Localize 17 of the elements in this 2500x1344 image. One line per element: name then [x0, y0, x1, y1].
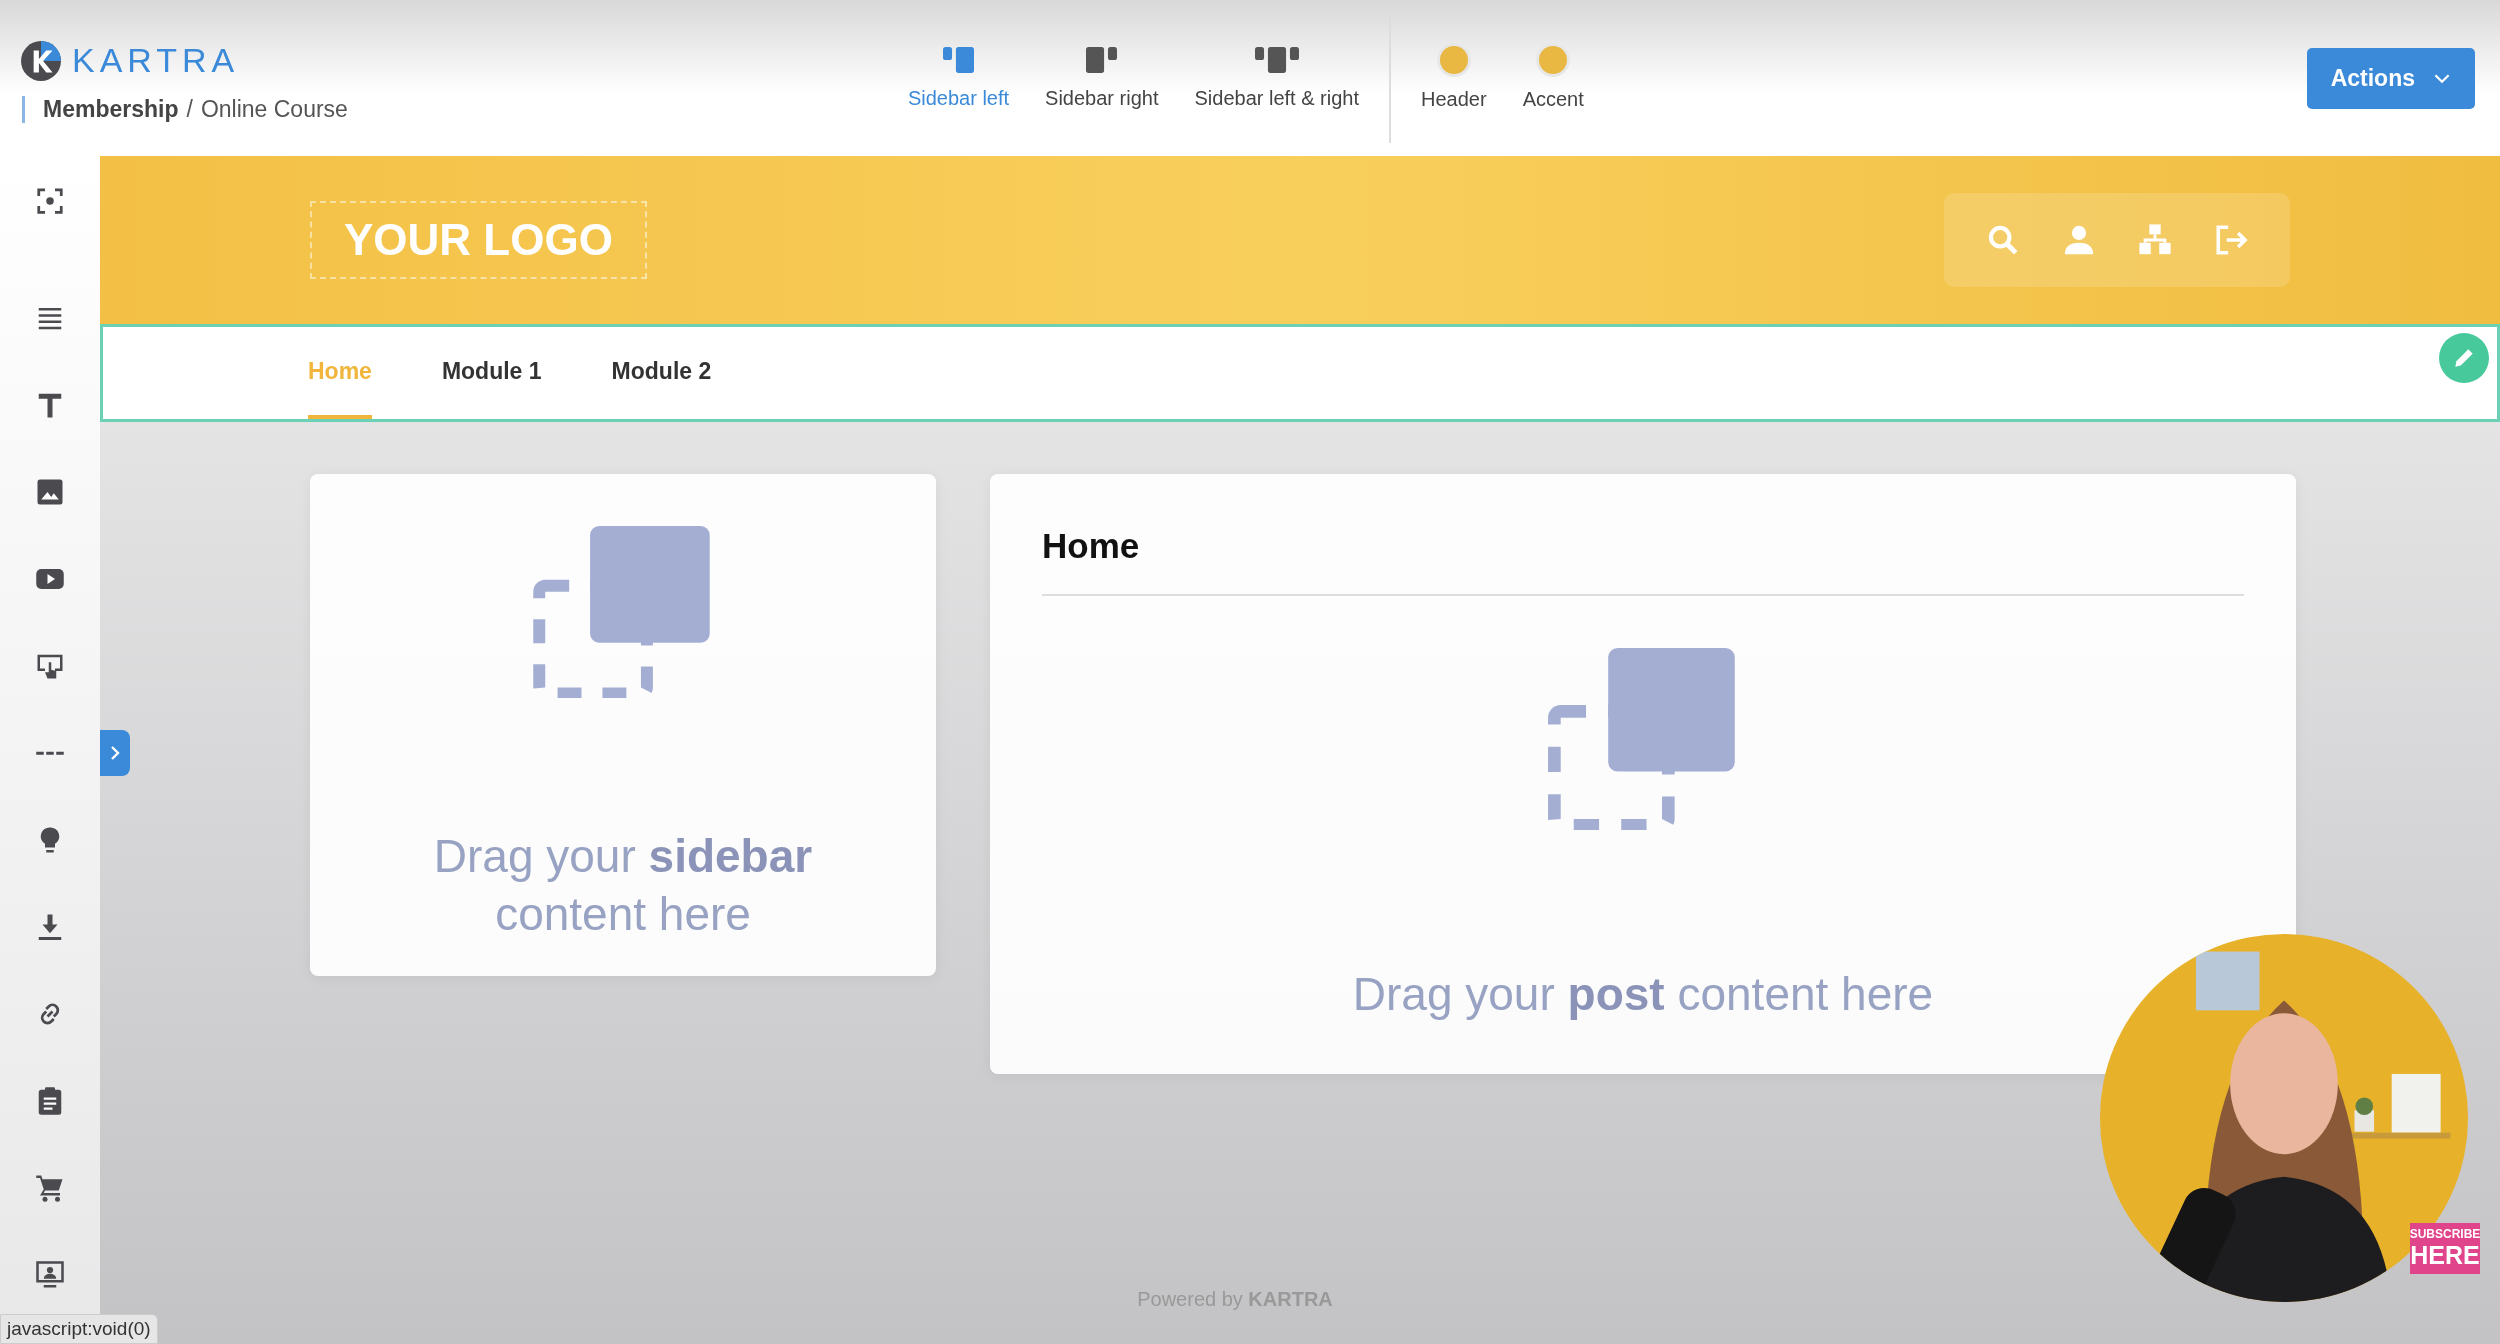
layout-option[interactable]: Sidebar left & right [1194, 46, 1359, 110]
status-bar-url: javascript:void(0) [0, 1314, 158, 1344]
post-placeholder-text: Drag your post content here [1351, 967, 1935, 1022]
nav-tab[interactable]: Module 2 [611, 327, 712, 419]
sidebar-placeholder-text: Drag your sidebar content here [432, 829, 814, 942]
nav-tab[interactable]: Module 1 [441, 327, 542, 419]
color-option[interactable]: Header [1421, 45, 1487, 111]
breadcrumb-separator: / [186, 95, 193, 123]
color-option[interactable]: Accent [1522, 45, 1584, 111]
breadcrumb-link[interactable]: Membership [43, 95, 179, 123]
layout-option[interactable]: Sidebar right [1045, 46, 1159, 110]
post-title: Home [1042, 526, 1141, 566]
layout-option[interactable]: Sidebar left [907, 46, 1010, 110]
actions-button[interactable]: Actions [2306, 47, 2475, 109]
breadcrumb-current: Online Course [200, 95, 348, 123]
subscribe-badge[interactable]: SUBSCRIBE HERE [2410, 1222, 2480, 1274]
brand-name: KARTRA [72, 41, 240, 80]
